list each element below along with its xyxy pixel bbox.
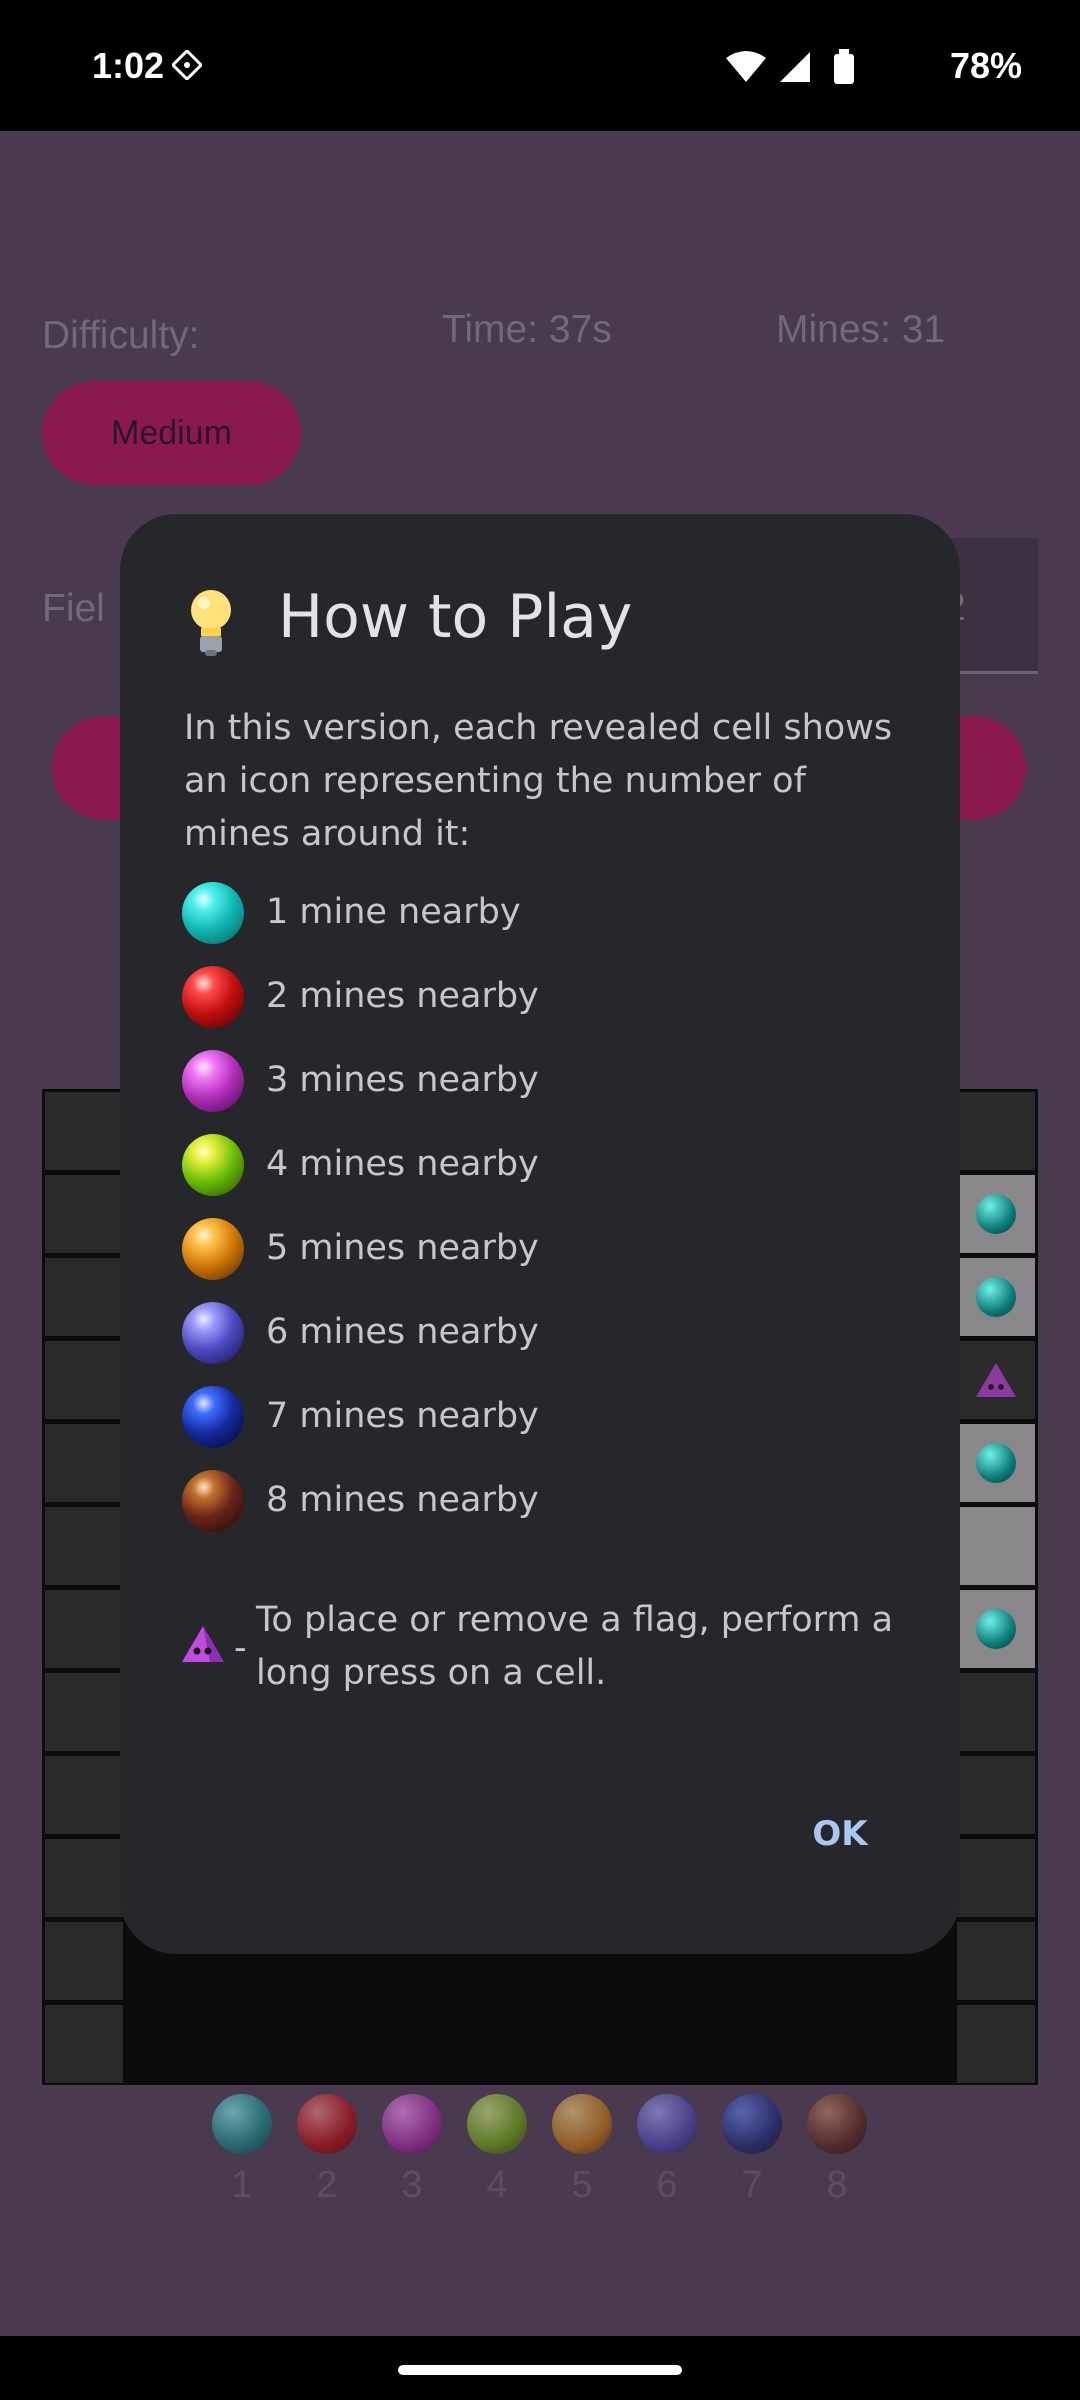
dialog-title: How to Play	[278, 582, 633, 652]
flag-icon	[182, 1626, 224, 1662]
legend-row-label: 2 mines nearby	[266, 976, 539, 1016]
status-time: 1:02	[92, 45, 165, 86]
flag-instructions: To place or remove a flag, perform a lon…	[256, 1600, 894, 1693]
battery-icon	[834, 54, 854, 84]
mine-count-8-icon	[182, 1470, 244, 1532]
legend-row-label: 7 mines nearby	[266, 1396, 539, 1436]
home-gesture-handle[interactable]	[398, 2365, 682, 2375]
legend-row-label: 1 mine nearby	[266, 892, 521, 932]
legend-row-label: 6 mines nearby	[266, 1312, 539, 1352]
legend-row-label: 3 mines nearby	[266, 1060, 539, 1100]
cell-signal-icon	[780, 52, 810, 82]
legend-row-label: 8 mines nearby	[266, 1480, 539, 1520]
mine-count-2-icon	[182, 966, 244, 1028]
wifi-icon	[726, 51, 766, 82]
mine-count-1-icon	[182, 882, 244, 944]
status-bar: 1:02 78%	[0, 0, 1080, 131]
mine-count-6-icon	[182, 1302, 244, 1364]
how-to-play-dialog: How to Play In this version, each reveal…	[120, 514, 960, 1954]
lightbulb-icon	[191, 590, 231, 656]
mine-count-5-icon	[182, 1218, 244, 1280]
flag-dash: -	[234, 1628, 247, 1668]
mine-count-4-icon	[182, 1134, 244, 1196]
ok-button[interactable]: OK	[780, 1794, 900, 1874]
status-signal-icons	[726, 49, 854, 84]
legend-row-label: 5 mines nearby	[266, 1228, 539, 1268]
legend-row-label: 4 mines nearby	[266, 1144, 539, 1184]
nfc-icon	[172, 50, 202, 80]
dialog-intro-text: In this version, each revealed cell show…	[184, 708, 893, 854]
battery-percent: 78%	[949, 45, 1022, 86]
mine-count-3-icon	[182, 1050, 244, 1112]
mine-count-7-icon	[182, 1386, 244, 1448]
